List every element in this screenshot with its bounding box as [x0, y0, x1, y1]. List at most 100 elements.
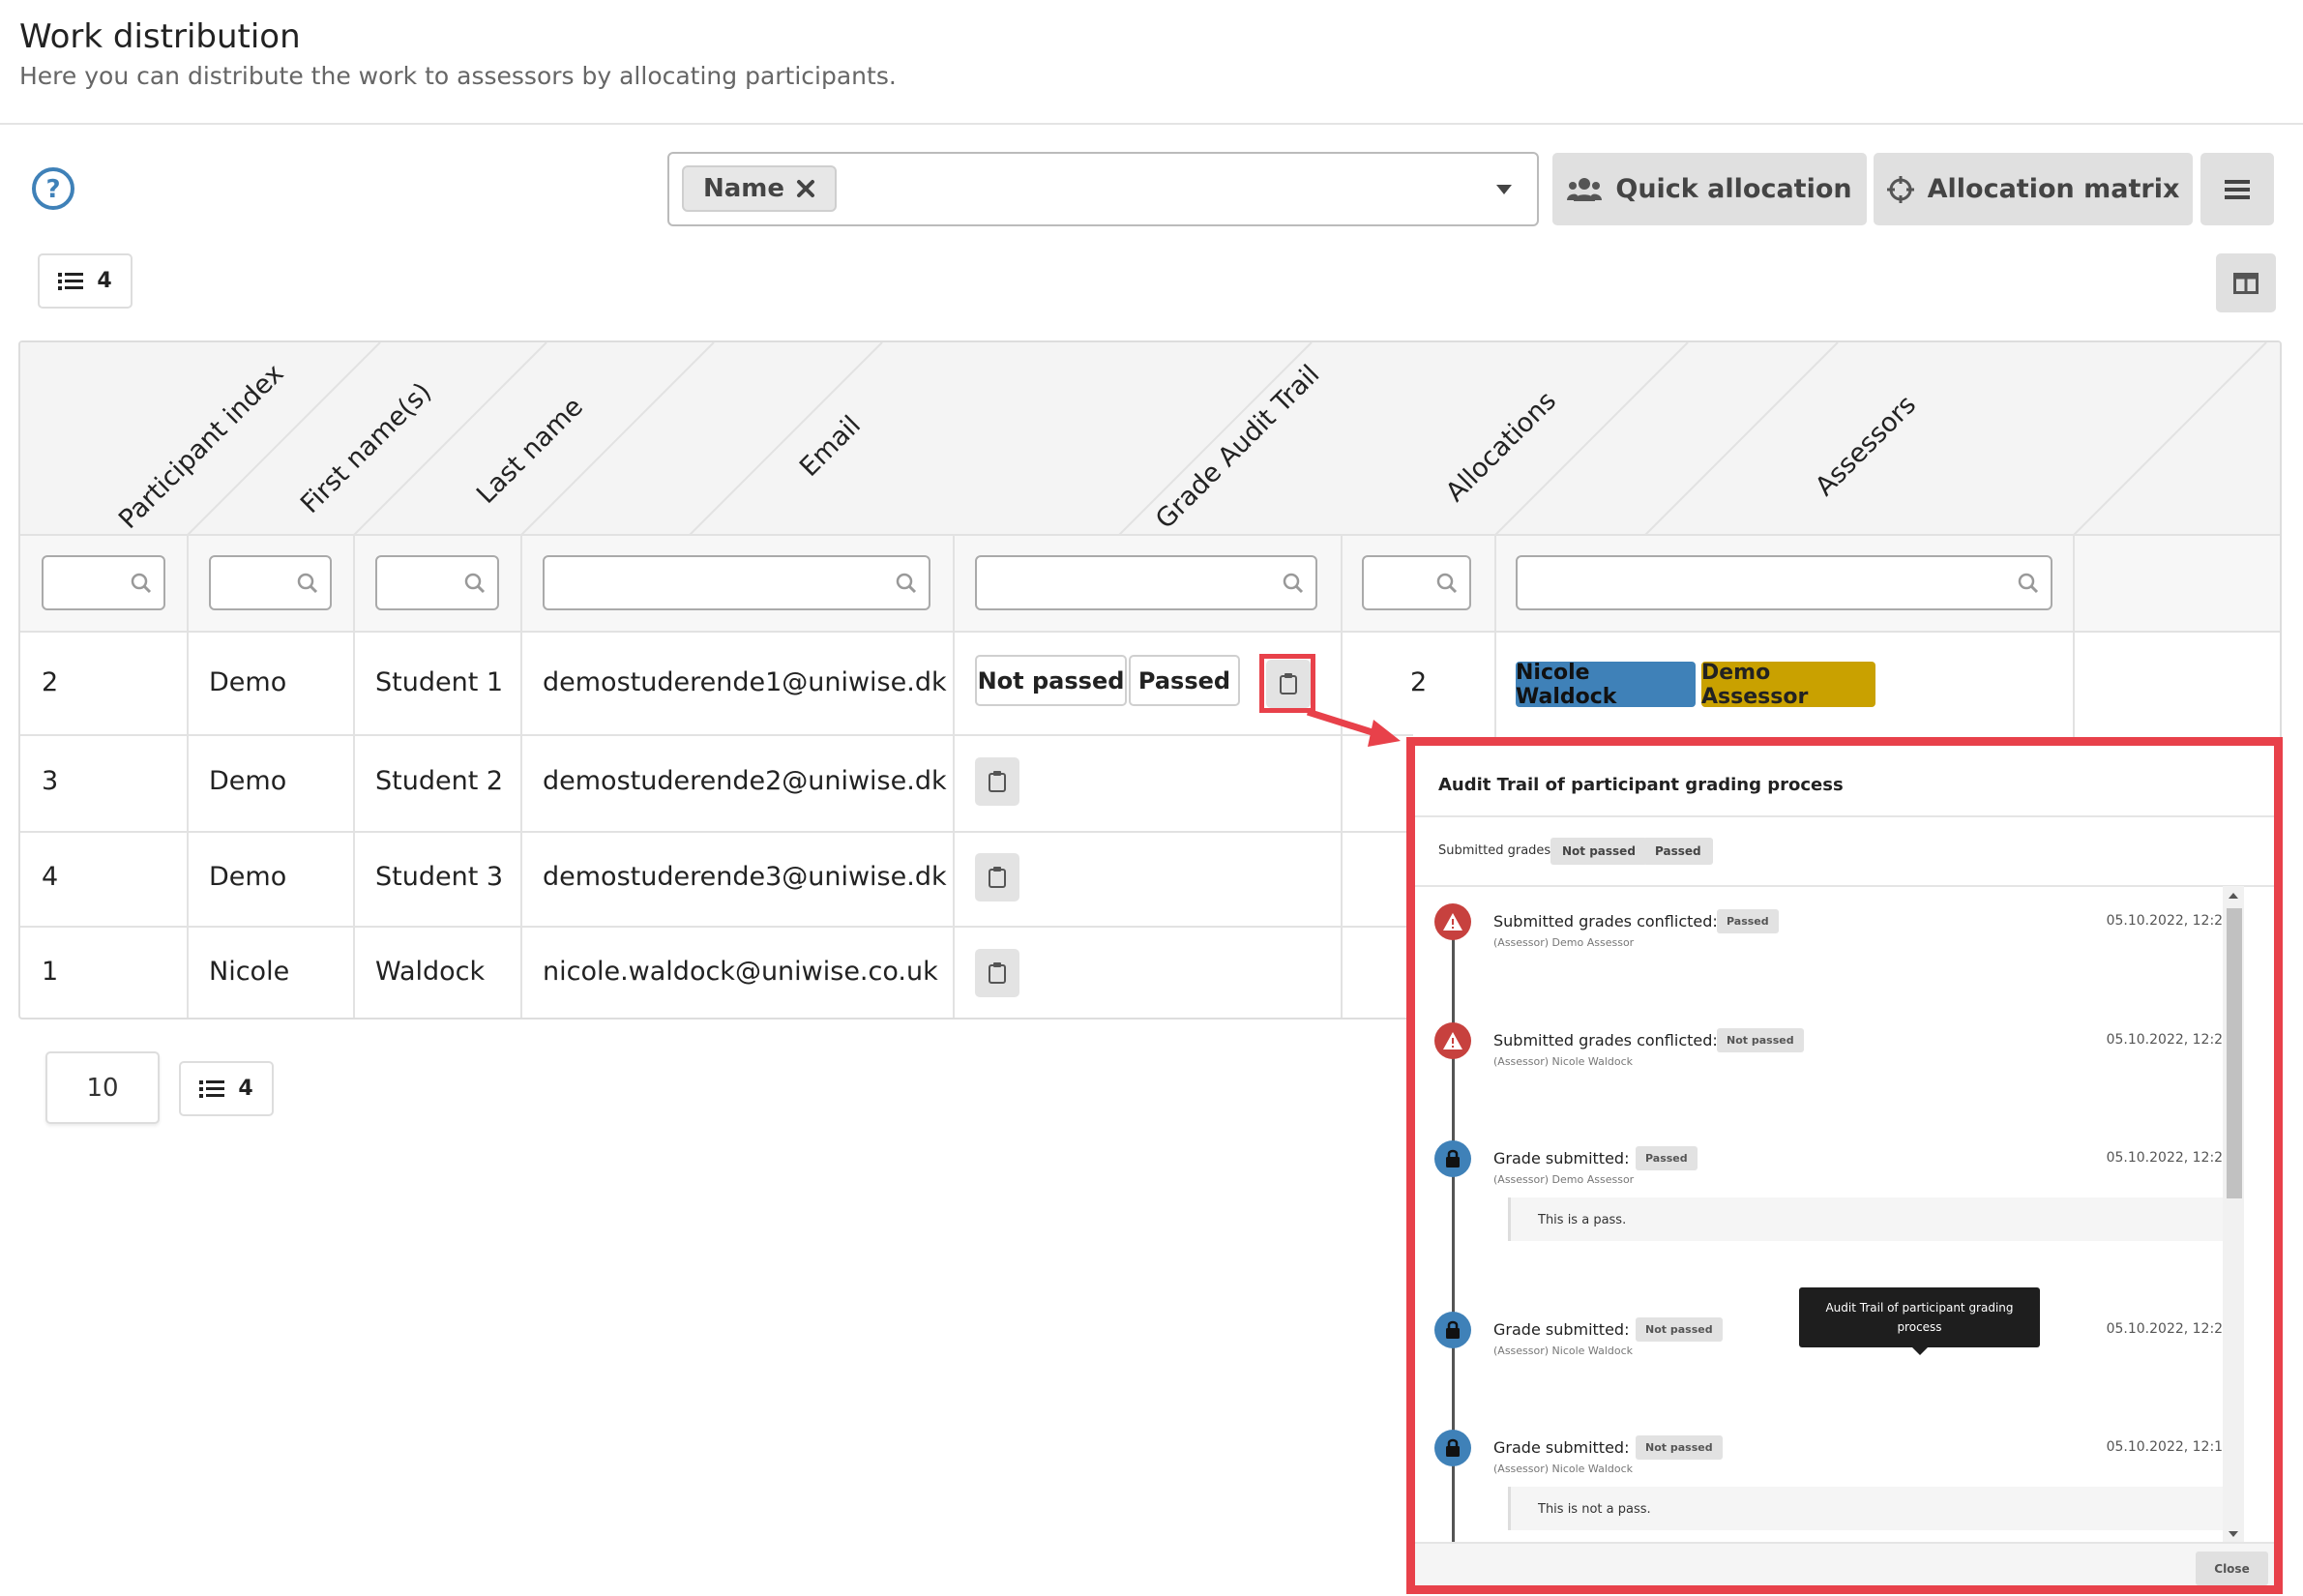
table-header: Participant index First name(s) Last nam…: [20, 342, 2280, 536]
page-size-select[interactable]: 10: [45, 1051, 160, 1124]
grade-audit-trail-filter[interactable]: [975, 555, 1317, 610]
columns-toggle-button[interactable]: [2216, 253, 2276, 312]
cell-participant-index: 4: [42, 862, 59, 892]
callout-frame: Audit Trail of participant grading proce…: [1406, 737, 2283, 1594]
event-date: 05.10.2022, 12:27: [2106, 1150, 2231, 1166]
times-icon[interactable]: [796, 179, 815, 198]
audit-trail-button[interactable]: [975, 757, 1019, 806]
table-divider: [353, 536, 355, 1018]
dialog-divider: [1415, 885, 2274, 887]
search-icon: [896, 573, 917, 594]
search-icon: [2018, 573, 2039, 594]
cell-first-name: Demo: [209, 766, 287, 796]
warning-icon: [1434, 1022, 1471, 1059]
grade-passed-button[interactable]: Passed: [1129, 655, 1240, 706]
table-divider: [20, 734, 1413, 736]
assessor-chip[interactable]: Demo Assessor: [1701, 661, 1875, 709]
page-subtitle: Here you can distribute the work to asse…: [19, 62, 897, 90]
allocation-matrix-label: Allocation matrix: [1927, 174, 2180, 204]
table-divider: [20, 534, 2280, 536]
cell-first-name: Nicole: [209, 957, 290, 987]
table-divider: [1494, 536, 1496, 739]
allocation-matrix-button[interactable]: Allocation matrix: [1874, 153, 2193, 225]
menu-button[interactable]: [2200, 153, 2274, 225]
result-count-button[interactable]: 4: [179, 1061, 274, 1116]
cell-last-name: Student 3: [375, 862, 504, 892]
warning-icon: [1434, 903, 1471, 940]
cell-email: nicole.waldock@uniwise.co.uk: [543, 957, 938, 987]
event-grade-chip: Not passed: [1636, 1435, 1723, 1460]
name-chip-label: Name: [703, 174, 785, 203]
audit-trail-button[interactable]: [975, 949, 1019, 997]
lock-icon: [1434, 1430, 1471, 1466]
cell-email: demostuderende2@uniwise.dk: [543, 766, 947, 796]
clipboard-icon: [989, 867, 1006, 888]
cell-email: demostuderende1@uniwise.dk: [543, 667, 947, 697]
participant-index-filter[interactable]: [42, 555, 165, 610]
event-title: Submitted grades conflicted:: [1493, 912, 1718, 931]
event-title: Grade submitted:: [1493, 1149, 1630, 1167]
group-by-select[interactable]: Name: [667, 152, 1539, 226]
list-icon: [199, 1079, 225, 1098]
name-chip[interactable]: Name: [682, 165, 838, 212]
event-grade-chip: Passed: [1717, 909, 1779, 933]
table-divider: [2073, 536, 2075, 739]
hamburger-icon: [2225, 179, 2250, 199]
close-button[interactable]: Close: [2196, 1552, 2268, 1585]
allocations-filter[interactable]: [1362, 555, 1471, 610]
event-title: Grade submitted:: [1493, 1320, 1630, 1339]
callout-arrow: [1306, 708, 1401, 747]
table-divider: [1341, 536, 1343, 1018]
event-date: 05.10.2022, 12:27: [2106, 1032, 2231, 1048]
event-title: Submitted grades conflicted:: [1493, 1031, 1718, 1049]
event-date: 05.10.2022, 12:27: [2106, 913, 2231, 929]
timeline-line: [1452, 920, 1455, 1585]
grade-not-passed-button[interactable]: Not passed: [975, 655, 1127, 706]
scroll-up-icon[interactable]: [2229, 893, 2238, 899]
search-icon: [131, 573, 152, 594]
dialog-divider: [1415, 815, 2274, 817]
assessors-filter[interactable]: [1516, 555, 2052, 610]
submitted-grade-chip: Not passed: [1550, 838, 1647, 865]
event-date: 05.10.2022, 12:26: [2106, 1321, 2231, 1337]
lock-icon: [1434, 1140, 1471, 1177]
search-icon: [297, 573, 318, 594]
crosshair-icon: [1886, 175, 1914, 203]
event-assessor: (Assessor) Demo Assessor: [1493, 936, 1635, 949]
quick-allocation-button[interactable]: Quick allocation: [1552, 153, 1867, 225]
scroll-down-icon[interactable]: [2229, 1531, 2238, 1537]
search-icon: [1283, 573, 1304, 594]
row-count-value: 4: [97, 269, 112, 293]
help-icon[interactable]: ?: [31, 166, 75, 211]
event-date: 05.10.2022, 12:15: [2106, 1439, 2231, 1455]
table-divider: [20, 926, 1413, 928]
table-divider: [520, 536, 522, 1018]
dialog-footer: [1415, 1542, 2274, 1585]
row-count-button[interactable]: 4: [38, 253, 133, 309]
svg-text:?: ?: [45, 175, 60, 204]
scrollbar-thumb[interactable]: [2227, 908, 2242, 1198]
event-grade-chip: Passed: [1636, 1146, 1698, 1170]
caret-down-icon[interactable]: [1496, 185, 1512, 194]
clipboard-icon: [989, 962, 1006, 984]
tooltip: Audit Trail of participant grading proce…: [1799, 1287, 2040, 1347]
users-icon: [1567, 177, 1603, 201]
page-title: Work distribution: [19, 17, 301, 56]
last-name-filter[interactable]: [375, 555, 499, 610]
lock-icon: [1434, 1312, 1471, 1348]
header-divider: [0, 123, 2303, 125]
cell-participant-index: 3: [42, 766, 59, 796]
cell-first-name: Demo: [209, 667, 287, 697]
event-assessor: (Assessor) Demo Assessor: [1493, 1173, 1635, 1186]
assessor-chip[interactable]: Nicole Waldock: [1516, 661, 1696, 709]
cell-participant-index: 1: [42, 957, 59, 987]
cell-participant-index: 2: [42, 667, 59, 697]
submitted-grades-label: Submitted grades:: [1438, 843, 1555, 858]
columns-icon: [2233, 272, 2259, 294]
first-name-filter[interactable]: [209, 555, 332, 610]
event-note: This is a pass.: [1508, 1197, 2224, 1241]
cell-last-name: Waldock: [375, 957, 486, 987]
email-filter[interactable]: [543, 555, 930, 610]
event-grade-chip: Not passed: [1717, 1028, 1804, 1052]
audit-trail-button[interactable]: [975, 853, 1019, 901]
